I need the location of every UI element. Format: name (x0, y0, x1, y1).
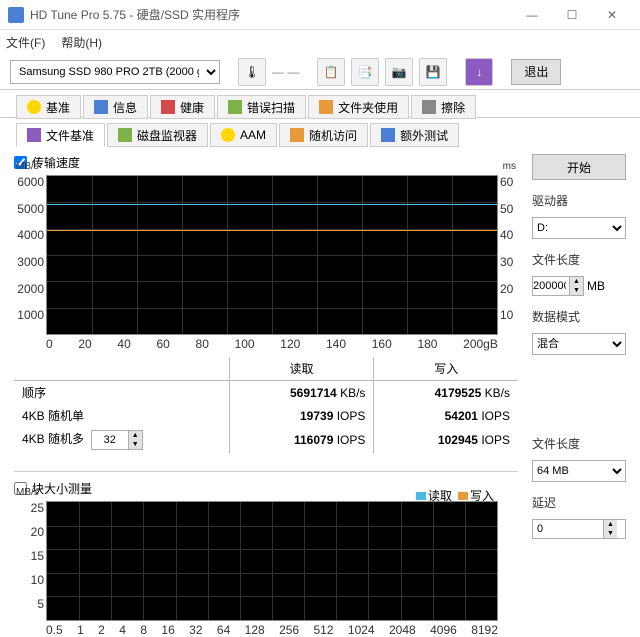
menu-help[interactable]: 帮助(H) (61, 34, 102, 51)
y-ticks: 600050004000300020001000 (16, 175, 44, 335)
file-length2-select[interactable]: 64 MB (532, 460, 626, 482)
health-icon (161, 100, 175, 114)
tab-error-scan[interactable]: 错误扫描 (217, 95, 306, 119)
window-title: HD Tune Pro 5.75 - 硬盘/SSD 实用程序 (30, 6, 512, 23)
file-length-stepper[interactable]: ▲▼ (532, 276, 584, 296)
data-mode-label: 数据模式 (532, 308, 626, 325)
y2-axis-label: ms (503, 161, 516, 172)
chevron-down-icon[interactable]: ▼ (569, 286, 583, 295)
info-icon (94, 100, 108, 114)
file-icon (27, 128, 41, 142)
bulb-icon (27, 100, 41, 114)
temperature-icon[interactable]: 🌡 (238, 58, 266, 86)
tab-health[interactable]: 健康 (150, 95, 215, 119)
minimize-button[interactable]: ― (512, 1, 552, 29)
x-ticks: 020406080100120140160180200gB (46, 337, 498, 351)
chevron-up-icon[interactable]: ▲ (569, 277, 583, 286)
tab-benchmark[interactable]: 基准 (16, 95, 81, 119)
toolbar: Samsung SSD 980 PRO 2TB (2000 gB) 🌡 — — … (0, 54, 640, 90)
drive-letter-select[interactable]: D: (532, 217, 626, 239)
chevron-up-icon[interactable]: ▲ (128, 431, 142, 440)
x-ticks-2: 0.512481632641282565121024204840968192 (46, 623, 498, 637)
content: 传输速度 MB/s ms 600050004000300020001000 60… (0, 146, 640, 629)
table-row: 4KB 随机多 ▲▼116079 IOPS102945 IOPS (14, 427, 518, 453)
queue-depth-stepper[interactable]: ▲▼ (91, 430, 143, 450)
read-line (47, 204, 497, 205)
tab-extra-tests[interactable]: 额外测试 (370, 123, 459, 147)
drive-label: 驱动器 (532, 192, 626, 209)
delay-stepper[interactable]: ▲▼ (532, 519, 626, 539)
delay-label: 延迟 (532, 494, 626, 511)
copy2-icon[interactable]: 📑 (351, 58, 379, 86)
aam-icon (221, 128, 235, 142)
scan-icon (228, 100, 242, 114)
tab-row-2: 文件基准 磁盘监视器 AAM 随机访问 额外测试 (0, 117, 640, 146)
y-ticks-2: 252015105 (16, 501, 44, 621)
close-button[interactable]: ✕ (592, 1, 632, 29)
chevron-up-icon[interactable]: ▲ (603, 520, 617, 529)
drive-select[interactable]: Samsung SSD 980 PRO 2TB (2000 gB) (10, 60, 220, 84)
chevron-down-icon[interactable]: ▼ (128, 440, 142, 449)
transfer-chart (46, 175, 498, 335)
tab-random-access[interactable]: 随机访问 (279, 123, 368, 147)
extra-icon (381, 128, 395, 142)
menu-file[interactable]: 文件(F) (6, 34, 45, 51)
start-button[interactable]: 开始 (532, 154, 626, 180)
sidebar: 开始 驱动器 D: 文件长度 ▲▼ MB 数据模式 混合 文件长度 64 MB … (532, 154, 626, 621)
temp-value: — — (272, 65, 299, 79)
transfer-speed-checkbox[interactable]: 传输速度 (14, 154, 518, 171)
results-table: 读取写入 顺序5691714 KB/s4179525 KB/s 4KB 随机单1… (14, 357, 518, 453)
app-icon (8, 7, 24, 23)
tab-file-benchmark[interactable]: 文件基准 (16, 123, 105, 147)
tab-info[interactable]: 信息 (83, 95, 148, 119)
folder-icon (319, 100, 333, 114)
tab-aam[interactable]: AAM (210, 123, 277, 147)
y2-ticks: 605040302010 (500, 175, 516, 335)
y-axis-label-2: MB/s (16, 487, 39, 498)
menubar: 文件(F) 帮助(H) (0, 30, 640, 54)
table-row: 4KB 随机单19739 IOPS54201 IOPS (14, 404, 518, 427)
tab-row-1: 基准 信息 健康 错误扫描 文件夹使用 擦除 (0, 90, 640, 118)
save-icon[interactable]: 💾 (419, 58, 447, 86)
data-mode-select[interactable]: 混合 (532, 333, 626, 355)
download-icon[interactable]: ↓ (465, 58, 493, 86)
titlebar: HD Tune Pro 5.75 - 硬盘/SSD 实用程序 ― ☐ ✕ (0, 0, 640, 30)
chevron-down-icon[interactable]: ▼ (603, 529, 617, 538)
write-line (47, 230, 497, 231)
screenshot-icon[interactable]: 📷 (385, 58, 413, 86)
erase-icon (422, 100, 436, 114)
tab-disk-monitor[interactable]: 磁盘监视器 (107, 123, 208, 147)
blocksize-chart (46, 501, 498, 621)
copy-icon[interactable]: 📋 (317, 58, 345, 86)
tab-folder-usage[interactable]: 文件夹使用 (308, 95, 409, 119)
file-length2-label: 文件长度 (532, 435, 626, 452)
tab-erase[interactable]: 擦除 (411, 95, 476, 119)
file-length-label: 文件长度 (532, 251, 626, 268)
y-axis-label: MB/s (16, 161, 39, 172)
disk-icon (118, 128, 132, 142)
table-row: 顺序5691714 KB/s4179525 KB/s (14, 381, 518, 405)
random-icon (290, 128, 304, 142)
exit-button[interactable]: 退出 (511, 59, 561, 85)
maximize-button[interactable]: ☐ (552, 1, 592, 29)
